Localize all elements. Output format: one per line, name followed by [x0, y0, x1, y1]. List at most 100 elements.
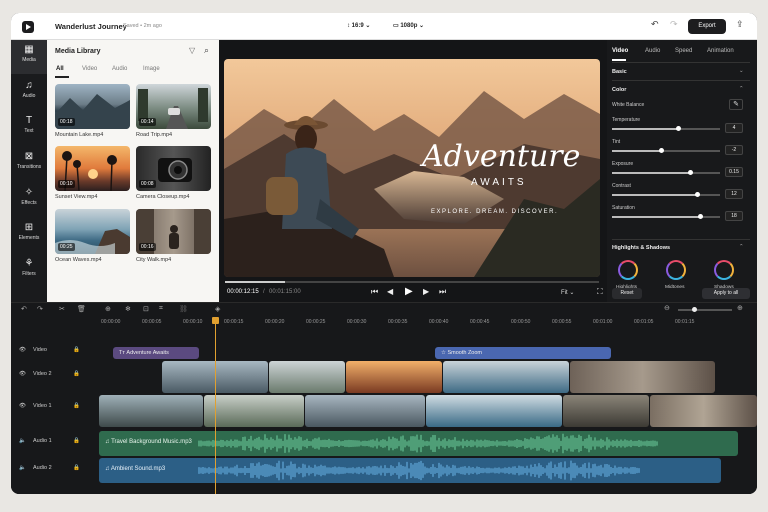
- video1-clip-ocean[interactable]: [426, 395, 562, 427]
- video2-clip-city[interactable]: [570, 361, 715, 393]
- preview-canvas[interactable]: Adventure AWAITS EXPLORE. DREAM. DISCOVE…: [224, 59, 600, 277]
- section-basic[interactable]: Basic: [612, 69, 627, 75]
- media-item-road-trip[interactable]: 00:14: [136, 84, 211, 129]
- tab-audio-props[interactable]: Audio: [645, 48, 660, 54]
- rail-item-transitions[interactable]: ⊠ Transitions: [11, 147, 47, 181]
- slider-value-temperature[interactable]: 4: [725, 123, 743, 133]
- midtones-wheel[interactable]: [666, 260, 686, 280]
- rail-item-effects[interactable]: ✧ Effects: [11, 183, 47, 217]
- tab-speed[interactable]: Speed: [675, 48, 692, 54]
- text-clip-adventure-awaits[interactable]: Tт Adventure Awaits: [113, 347, 199, 359]
- media-item-mountain-lake[interactable]: 00:18: [55, 84, 130, 129]
- highlights-wheel[interactable]: [618, 260, 638, 280]
- playhead-handle[interactable]: [212, 317, 219, 324]
- zoom-slider-knob[interactable]: [692, 307, 697, 312]
- trash-icon[interactable]: 🗑: [77, 305, 86, 313]
- slider-value-exposure[interactable]: 0.15: [725, 167, 743, 177]
- tab-audio[interactable]: Audio: [112, 66, 127, 72]
- lock-icon[interactable]: 🔒: [73, 347, 80, 353]
- slider-knob[interactable]: [659, 148, 665, 153]
- speaker-icon[interactable]: 🔈: [19, 465, 26, 471]
- chevron-down-icon[interactable]: ⌄: [739, 68, 744, 74]
- eye-icon[interactable]: 👁: [19, 371, 26, 377]
- redo-icon[interactable]: ↷: [37, 305, 43, 313]
- lock-icon[interactable]: 🔒: [73, 403, 80, 409]
- media-item-city-walk[interactable]: 00:16: [136, 209, 211, 254]
- section-color[interactable]: Color: [612, 87, 626, 93]
- rail-item-text[interactable]: T Text: [11, 111, 47, 145]
- video1-clip-lake[interactable]: [305, 395, 425, 427]
- lock-icon[interactable]: 🔒: [73, 438, 80, 444]
- tab-all[interactable]: All: [56, 66, 64, 72]
- zoom-out-icon[interactable]: ⊖: [664, 304, 670, 312]
- chevron-up-icon[interactable]: ⌃: [739, 86, 744, 92]
- tab-video[interactable]: Video: [82, 66, 97, 72]
- slider-knob[interactable]: [698, 214, 704, 219]
- scrub-bar[interactable]: [225, 281, 599, 283]
- audio2-clip-ambient[interactable]: ♫ Ambient Sound.mp3: [99, 458, 721, 483]
- export-button[interactable]: Export: [688, 19, 726, 34]
- tab-image[interactable]: Image: [143, 66, 160, 72]
- slider-exposure[interactable]: [612, 170, 720, 175]
- eyedropper-icon[interactable]: ✎: [729, 99, 743, 110]
- search-icon[interactable]: ⌕: [204, 45, 209, 56]
- slider-contrast[interactable]: [612, 192, 720, 197]
- fullscreen-icon[interactable]: ⛶: [597, 287, 603, 297]
- redo-icon[interactable]: ↷: [670, 19, 678, 30]
- slider-knob[interactable]: [694, 192, 700, 197]
- slider-value-contrast[interactable]: 12: [725, 189, 743, 199]
- filter-icon[interactable]: ▽: [189, 46, 195, 55]
- crop-icon[interactable]: ⌗: [159, 305, 163, 313]
- playhead[interactable]: [212, 317, 219, 494]
- scissors-icon[interactable]: ✂: [59, 305, 65, 313]
- lock-icon[interactable]: 🔒: [73, 465, 80, 471]
- rail-item-elements[interactable]: ⊞ Elements: [11, 218, 47, 252]
- video1-clip-road[interactable]: [204, 395, 304, 427]
- slider-knob[interactable]: [688, 170, 694, 175]
- timeline-ruler[interactable]: 00:00:00 00:00:05 00:00:10 00:00:15 00:00:20…: [97, 317, 757, 327]
- slider-value-saturation[interactable]: 18: [725, 211, 743, 221]
- screenshot-icon[interactable]: ⊡: [143, 305, 149, 313]
- slider-tint[interactable]: [612, 148, 720, 153]
- media-item-camera-closeup[interactable]: 00:08: [136, 146, 211, 191]
- play-icon[interactable]: ▶: [405, 286, 413, 297]
- undo-icon[interactable]: ↶: [21, 305, 27, 313]
- skip-end-icon[interactable]: ⏭: [439, 287, 446, 297]
- video1-clip-camera[interactable]: [563, 395, 649, 427]
- freeze-icon[interactable]: ❄: [125, 305, 131, 313]
- step-back-icon[interactable]: ◀: [387, 287, 393, 296]
- resolution-select[interactable]: ▭ 1080p ⌄: [393, 22, 424, 29]
- slider-knob[interactable]: [676, 126, 682, 131]
- slider-temperature[interactable]: [612, 126, 720, 131]
- video2-clip-road[interactable]: [269, 361, 345, 393]
- audio1-clip-travel-music[interactable]: ♫ Travel Background Music.mp3: [99, 431, 738, 456]
- link-icon[interactable]: ⛓: [179, 305, 188, 313]
- skip-start-icon[interactable]: ⏮: [371, 287, 378, 297]
- rail-item-filters[interactable]: ⚘ Filters: [11, 254, 47, 288]
- zoom-in-icon[interactable]: ⊕: [737, 304, 743, 312]
- lock-icon[interactable]: 🔒: [73, 371, 80, 377]
- video1-clip-mountain[interactable]: [99, 395, 203, 427]
- speaker-icon[interactable]: 🔈: [19, 438, 26, 444]
- slider-saturation[interactable]: [612, 214, 720, 219]
- rail-item-media[interactable]: ▦ Media: [11, 40, 47, 74]
- video1-clip-city[interactable]: [650, 395, 757, 427]
- reset-button[interactable]: Reset: [612, 288, 642, 299]
- aspect-ratio-select[interactable]: ↕ 16:9 ⌄: [347, 22, 370, 29]
- tab-animation[interactable]: Animation: [707, 48, 734, 54]
- share-icon[interactable]: ⇪: [736, 19, 744, 30]
- undo-icon[interactable]: ↶: [651, 19, 659, 30]
- step-forward-icon[interactable]: ▶: [423, 287, 429, 296]
- section-highlights-shadows[interactable]: Highlights & Shadows: [612, 245, 670, 251]
- apply-to-all-button[interactable]: Apply to all: [702, 288, 750, 299]
- shadows-wheel[interactable]: [714, 260, 734, 280]
- rail-item-audio[interactable]: ♫ Audio: [11, 76, 47, 110]
- eye-icon[interactable]: 👁: [19, 403, 26, 409]
- snap-icon[interactable]: ⊕: [105, 305, 111, 313]
- timeline-zoom-slider[interactable]: [678, 307, 732, 312]
- media-item-ocean-waves[interactable]: 00:25: [55, 209, 130, 254]
- tab-video-props[interactable]: Video: [612, 48, 628, 54]
- chevron-up-icon[interactable]: ⌃: [739, 244, 744, 250]
- zoom-fit-select[interactable]: Fit ⌄: [561, 289, 574, 296]
- video2-clip-sunset[interactable]: [346, 361, 442, 393]
